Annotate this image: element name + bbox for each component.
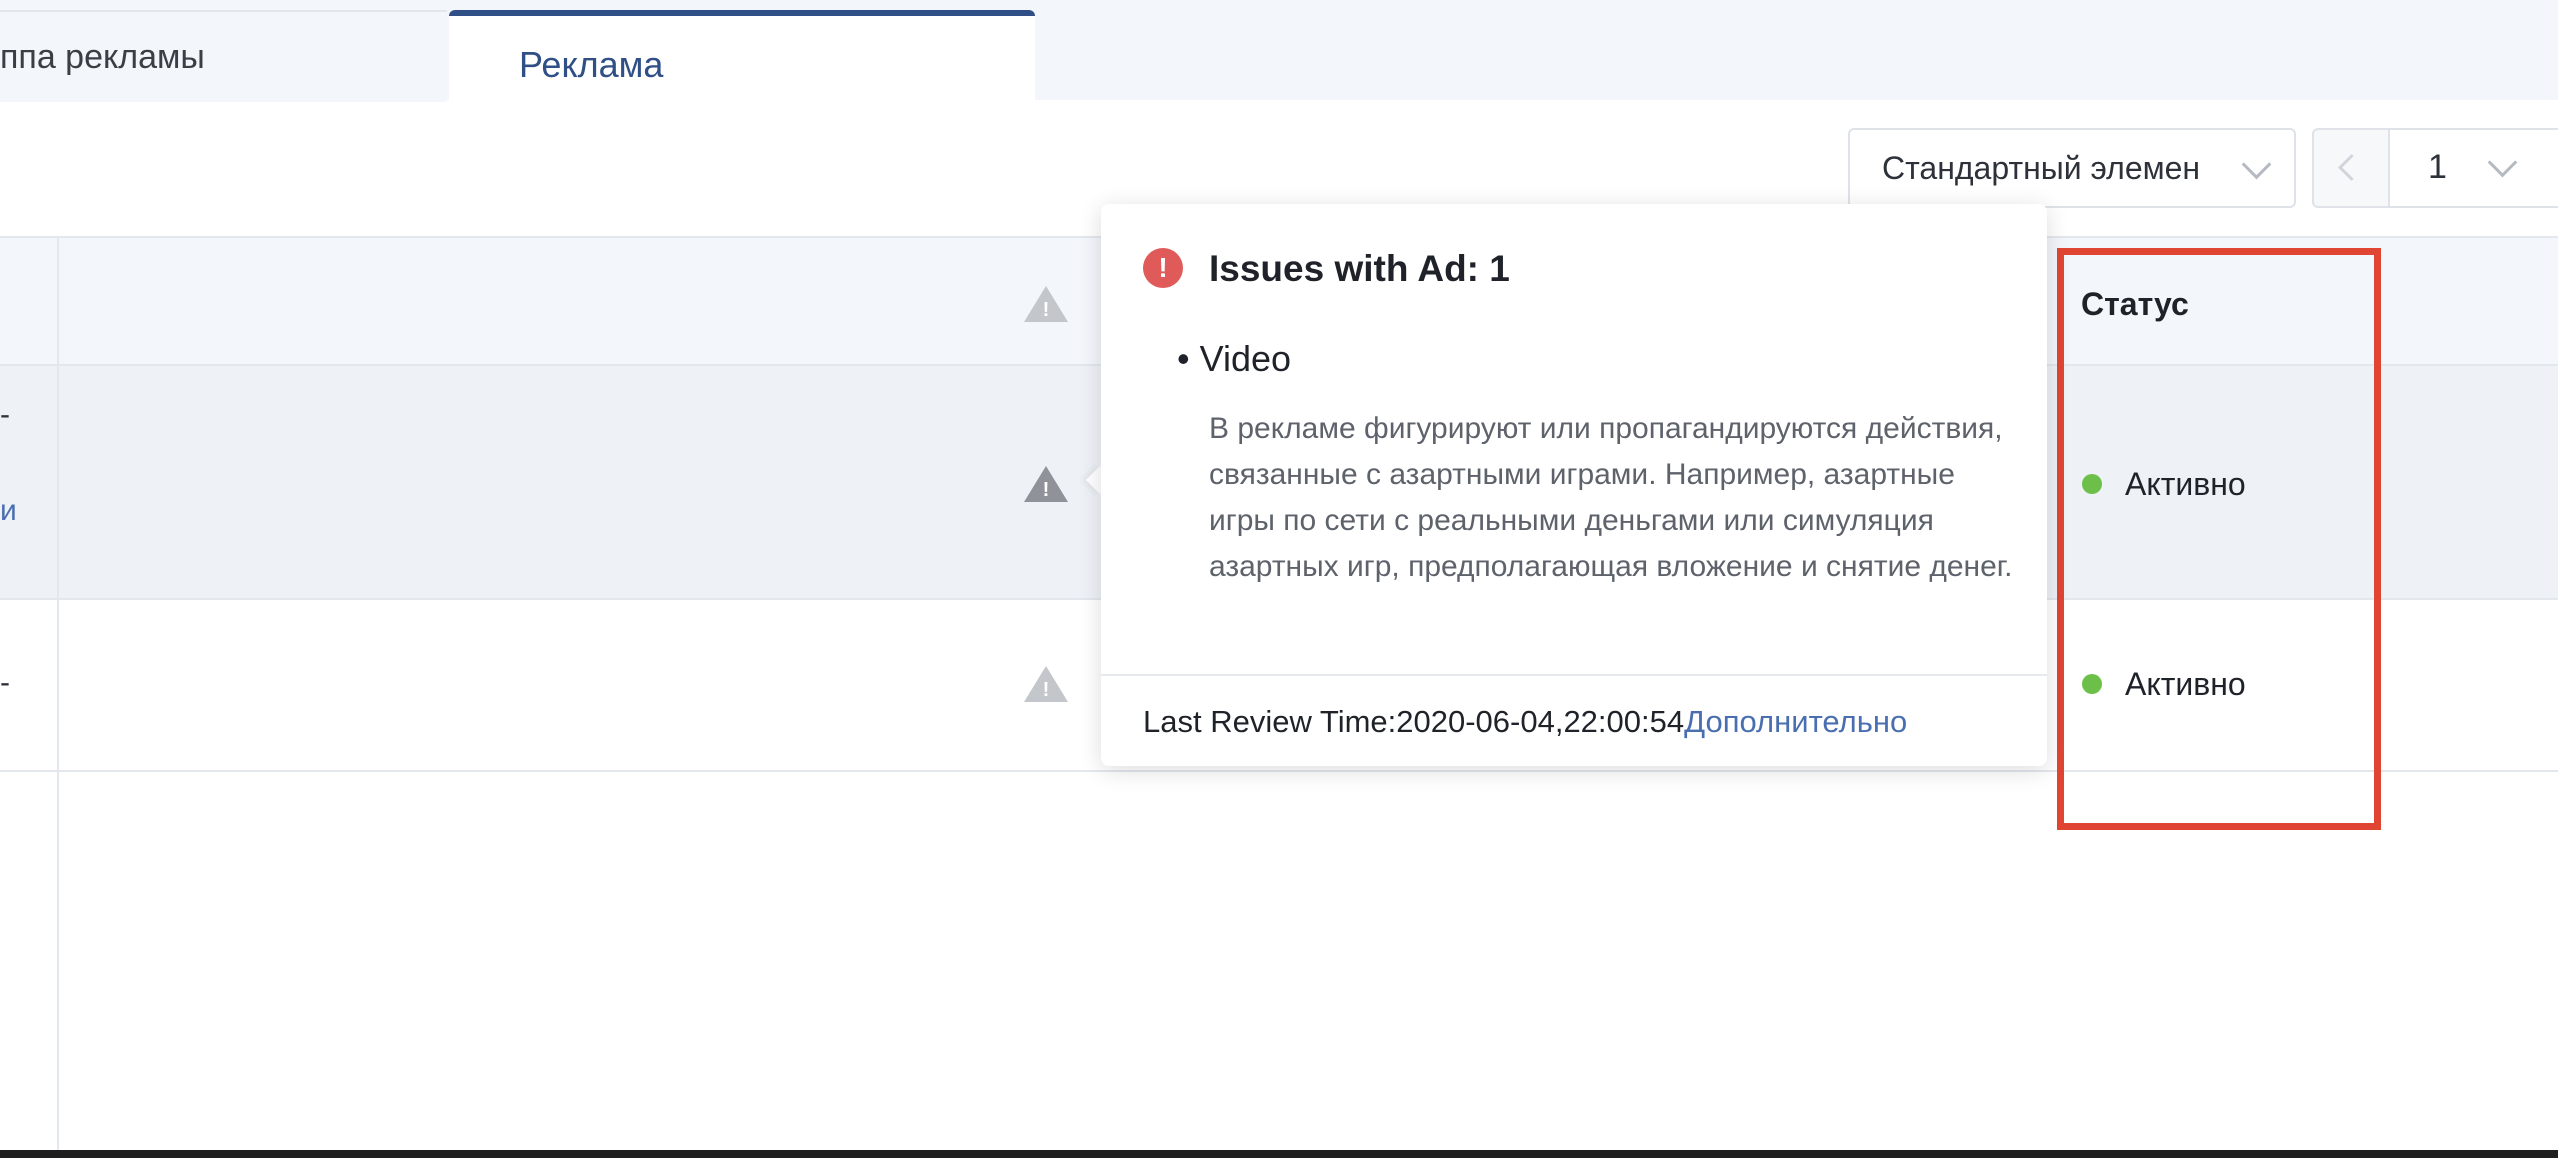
tab-ad-group-label: ппа рекламы	[0, 38, 205, 76]
pagination: 1	[2312, 128, 2558, 208]
row-cell-text: -	[0, 666, 10, 699]
row-cell-link[interactable]: и	[0, 494, 17, 528]
error-icon: !	[1143, 248, 1183, 288]
status-highlight-box	[2057, 248, 2381, 830]
prev-page-button[interactable]	[2314, 130, 2386, 206]
popover-divider	[1101, 674, 2047, 676]
review-time: Last Review Time:2020-06-04,22:00:54	[1143, 704, 1685, 739]
page-number: 1	[2428, 148, 2447, 186]
view-select[interactable]: Стандартный элемен	[1848, 128, 2296, 208]
tab-ads-label: Реклама	[519, 44, 664, 85]
bottom-border	[0, 1150, 2558, 1158]
chevron-down-icon	[2241, 149, 2272, 180]
issue-description: В рекламе фигурируют или пропагандируютс…	[1209, 412, 2013, 583]
issue-item: • Video	[1177, 338, 1292, 379]
chevron-down-icon	[2487, 147, 2518, 178]
page-select[interactable]: 1	[2388, 130, 2558, 206]
more-link[interactable]: Дополнительно	[1684, 704, 1907, 739]
popover-footer: Last Review Time:2020-06-04,22:00:54Допо…	[1143, 704, 1907, 740]
row-cell-text: -	[0, 398, 10, 431]
view-select-label: Стандартный элемен	[1882, 150, 2201, 186]
chevron-left-icon	[2338, 154, 2365, 181]
issues-popover: ! Issues with Ad: 1 • Video В рекламе фи…	[1101, 204, 2047, 766]
popover-title: Issues with Ad: 1	[1209, 248, 1510, 289]
column-divider	[57, 236, 59, 1158]
